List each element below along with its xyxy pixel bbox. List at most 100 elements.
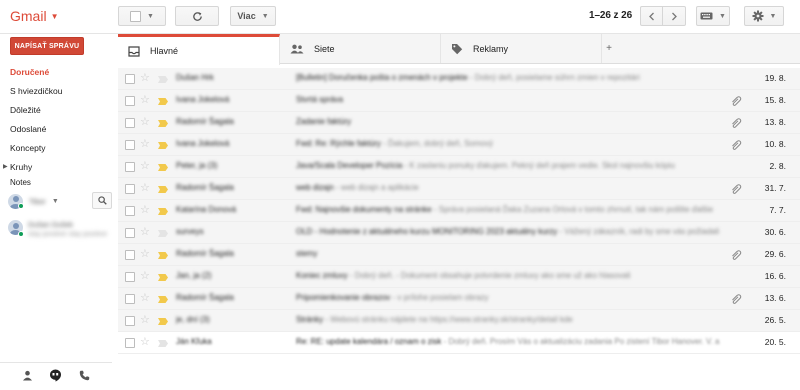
email-subject-line: Stvrtá správa bbox=[296, 95, 728, 104]
email-subject-line: Java/Scala Developer Pozícia - K zaslani… bbox=[296, 161, 728, 170]
row-checkbox[interactable] bbox=[125, 294, 135, 304]
star-icon[interactable]: ☆ bbox=[140, 292, 150, 304]
row-checkbox[interactable] bbox=[125, 162, 135, 172]
important-marker-icon[interactable] bbox=[158, 274, 168, 281]
sidebar-item-starred[interactable]: S hviezdičkou bbox=[0, 81, 112, 100]
important-marker-icon[interactable] bbox=[158, 98, 168, 105]
email-row[interactable]: ☆ Dušan Hrk [Bulletin] Doručenka pošta o z… bbox=[118, 68, 800, 90]
email-row[interactable]: ☆ surveys OLD - Hodnotenie z aktuálneho ku… bbox=[118, 222, 800, 244]
important-marker-icon[interactable] bbox=[158, 164, 168, 171]
email-row[interactable]: ☆ Jan, ja (2) Koniec zmluvy - Dobrý deň. -… bbox=[118, 266, 800, 288]
online-status-icon bbox=[18, 231, 24, 237]
star-icon[interactable]: ☆ bbox=[140, 160, 150, 172]
compose-button[interactable]: NAPÍSAŤ SPRÁVU bbox=[10, 37, 84, 55]
star-icon[interactable]: ☆ bbox=[140, 226, 150, 238]
star-icon[interactable]: ☆ bbox=[140, 314, 150, 326]
star-icon[interactable]: ☆ bbox=[140, 248, 150, 260]
star-icon[interactable]: ☆ bbox=[140, 116, 150, 128]
email-subject: stemy bbox=[296, 249, 318, 258]
email-subject-line: Fwd: Re: Rýchle faktúry - Ďakujem, dobrý… bbox=[296, 139, 728, 148]
email-subject-line: [Bulletin] Doručenka pošta o zmenách v p… bbox=[296, 73, 728, 82]
select-all-checkbox[interactable]: ▼ bbox=[118, 6, 166, 26]
notes-label: Notes bbox=[10, 178, 31, 187]
paperclip-icon bbox=[732, 118, 742, 128]
add-tab-button[interactable]: + bbox=[602, 34, 616, 63]
star-icon[interactable]: ☆ bbox=[140, 182, 150, 194]
email-subject: OLD - Hodnotenie z aktuálneho kurzu MONI… bbox=[296, 227, 558, 236]
email-row[interactable]: ☆ Ivana Jokelová Stvrtá správa 15. 8. bbox=[118, 90, 800, 112]
email-row[interactable]: ☆ Katarína Donová Fwd: Najnovšie dokumenty… bbox=[118, 200, 800, 222]
sidebar-item-sent[interactable]: Odoslané bbox=[0, 119, 112, 138]
important-marker-icon[interactable] bbox=[158, 208, 168, 215]
row-checkbox[interactable] bbox=[125, 338, 135, 348]
gmail-menu-button[interactable]: Gmail ▼ bbox=[10, 8, 58, 24]
email-row[interactable]: ☆ Radomír Šagala stemy 29. 6. bbox=[118, 244, 800, 266]
contacts-tab[interactable] bbox=[22, 370, 33, 384]
row-checkbox[interactable] bbox=[125, 250, 135, 260]
important-marker-icon[interactable] bbox=[158, 318, 168, 325]
keyboard-icon bbox=[700, 12, 713, 20]
important-marker-icon[interactable] bbox=[158, 186, 168, 193]
important-marker-icon[interactable] bbox=[158, 230, 168, 237]
hangouts-tab[interactable] bbox=[49, 369, 62, 385]
email-subject-line: Fwd: Najnovšie dokumenty na stránke - Sp… bbox=[296, 205, 728, 214]
paperclip-icon bbox=[732, 140, 742, 150]
star-icon[interactable]: ☆ bbox=[140, 72, 150, 84]
star-icon[interactable]: ☆ bbox=[140, 204, 150, 216]
paperclip-icon bbox=[732, 294, 742, 304]
email-row[interactable]: ☆ Radomír Šagala web dizajn - web dizajn a… bbox=[118, 178, 800, 200]
row-checkbox[interactable] bbox=[125, 228, 135, 238]
hangouts-icon bbox=[50, 369, 62, 381]
star-icon[interactable]: ☆ bbox=[140, 138, 150, 150]
older-button[interactable] bbox=[663, 6, 686, 26]
newer-button[interactable] bbox=[640, 6, 663, 26]
star-icon[interactable]: ☆ bbox=[140, 270, 150, 282]
email-subject-line: Koniec zmluvy - Dobrý deň. - Dokument ob… bbox=[296, 271, 728, 280]
expand-arrow-icon[interactable]: ▶ bbox=[3, 163, 8, 170]
row-checkbox[interactable] bbox=[125, 96, 135, 106]
caret-down-icon: ▼ bbox=[769, 12, 777, 20]
important-marker-icon[interactable] bbox=[158, 120, 168, 127]
sidebar-item-drafts[interactable]: Koncepty bbox=[0, 138, 112, 157]
tab-social[interactable]: Siete bbox=[280, 34, 441, 63]
row-checkbox[interactable] bbox=[125, 316, 135, 326]
email-snippet: - Dobrý deň. Prosím Vás o aktualizáciu z… bbox=[441, 337, 720, 346]
email-date: 13. 8. bbox=[764, 117, 786, 127]
sidebar-item-inbox[interactable]: Doručené bbox=[0, 62, 112, 81]
search-people-button[interactable] bbox=[92, 192, 112, 209]
settings-button[interactable]: ▼ bbox=[744, 6, 784, 26]
important-marker-icon[interactable] bbox=[158, 252, 168, 259]
email-row[interactable]: ☆ je, dní (3) Stránky - Webovú stránku náj… bbox=[118, 310, 800, 332]
star-icon[interactable]: ☆ bbox=[140, 94, 150, 106]
tab-promotions[interactable]: Reklamy bbox=[441, 34, 602, 63]
row-checkbox[interactable] bbox=[125, 272, 135, 282]
email-subject-line: stemy bbox=[296, 249, 728, 258]
row-checkbox[interactable] bbox=[125, 184, 135, 194]
row-checkbox[interactable] bbox=[125, 206, 135, 216]
sidebar-item-important[interactable]: Dôležité bbox=[0, 100, 112, 119]
email-row[interactable]: ☆ Radomír Šagala Zadanie faktúry 13. 8. bbox=[118, 112, 800, 134]
input-tools-button[interactable]: ▼ bbox=[696, 6, 730, 26]
refresh-button[interactable] bbox=[175, 6, 219, 26]
more-button[interactable]: Viac ▼ bbox=[230, 6, 276, 26]
row-checkbox[interactable] bbox=[125, 118, 135, 128]
sidebar-item-label: S hviezdičkou bbox=[10, 85, 63, 96]
row-checkbox[interactable] bbox=[125, 140, 135, 150]
important-marker-icon[interactable] bbox=[158, 76, 168, 83]
important-marker-icon[interactable] bbox=[158, 340, 168, 347]
email-row[interactable]: ☆ Ivana Jokelová Fwd: Re: Rýchle faktúry -… bbox=[118, 134, 800, 156]
row-checkbox[interactable] bbox=[125, 74, 135, 84]
chat-contact[interactable]: Dušan Dušek stay positive stay positive bbox=[8, 220, 112, 242]
email-row[interactable]: ☆ Ján Kľuka Re: RE: update kalendára / ozn… bbox=[118, 332, 800, 354]
email-row[interactable]: ☆ Peter, ja (3) Java/Scala Developer Pozíc… bbox=[118, 156, 800, 178]
email-row[interactable]: ☆ Radomír Šagala Pripomienkovanie obrazov … bbox=[118, 288, 800, 310]
star-icon[interactable]: ☆ bbox=[140, 336, 150, 348]
phone-tab[interactable] bbox=[79, 370, 90, 384]
tab-label: Reklamy bbox=[473, 43, 509, 54]
important-marker-icon[interactable] bbox=[158, 142, 168, 149]
app-title: Gmail bbox=[10, 8, 47, 24]
sidebar-nav: Doručené S hviezdičkou Dôležité Odoslané… bbox=[0, 62, 112, 176]
tab-primary[interactable]: Hlavné bbox=[118, 34, 280, 65]
sidebar-item-circles[interactable]: ▶ Kruhy bbox=[0, 157, 112, 176]
important-marker-icon[interactable] bbox=[158, 296, 168, 303]
